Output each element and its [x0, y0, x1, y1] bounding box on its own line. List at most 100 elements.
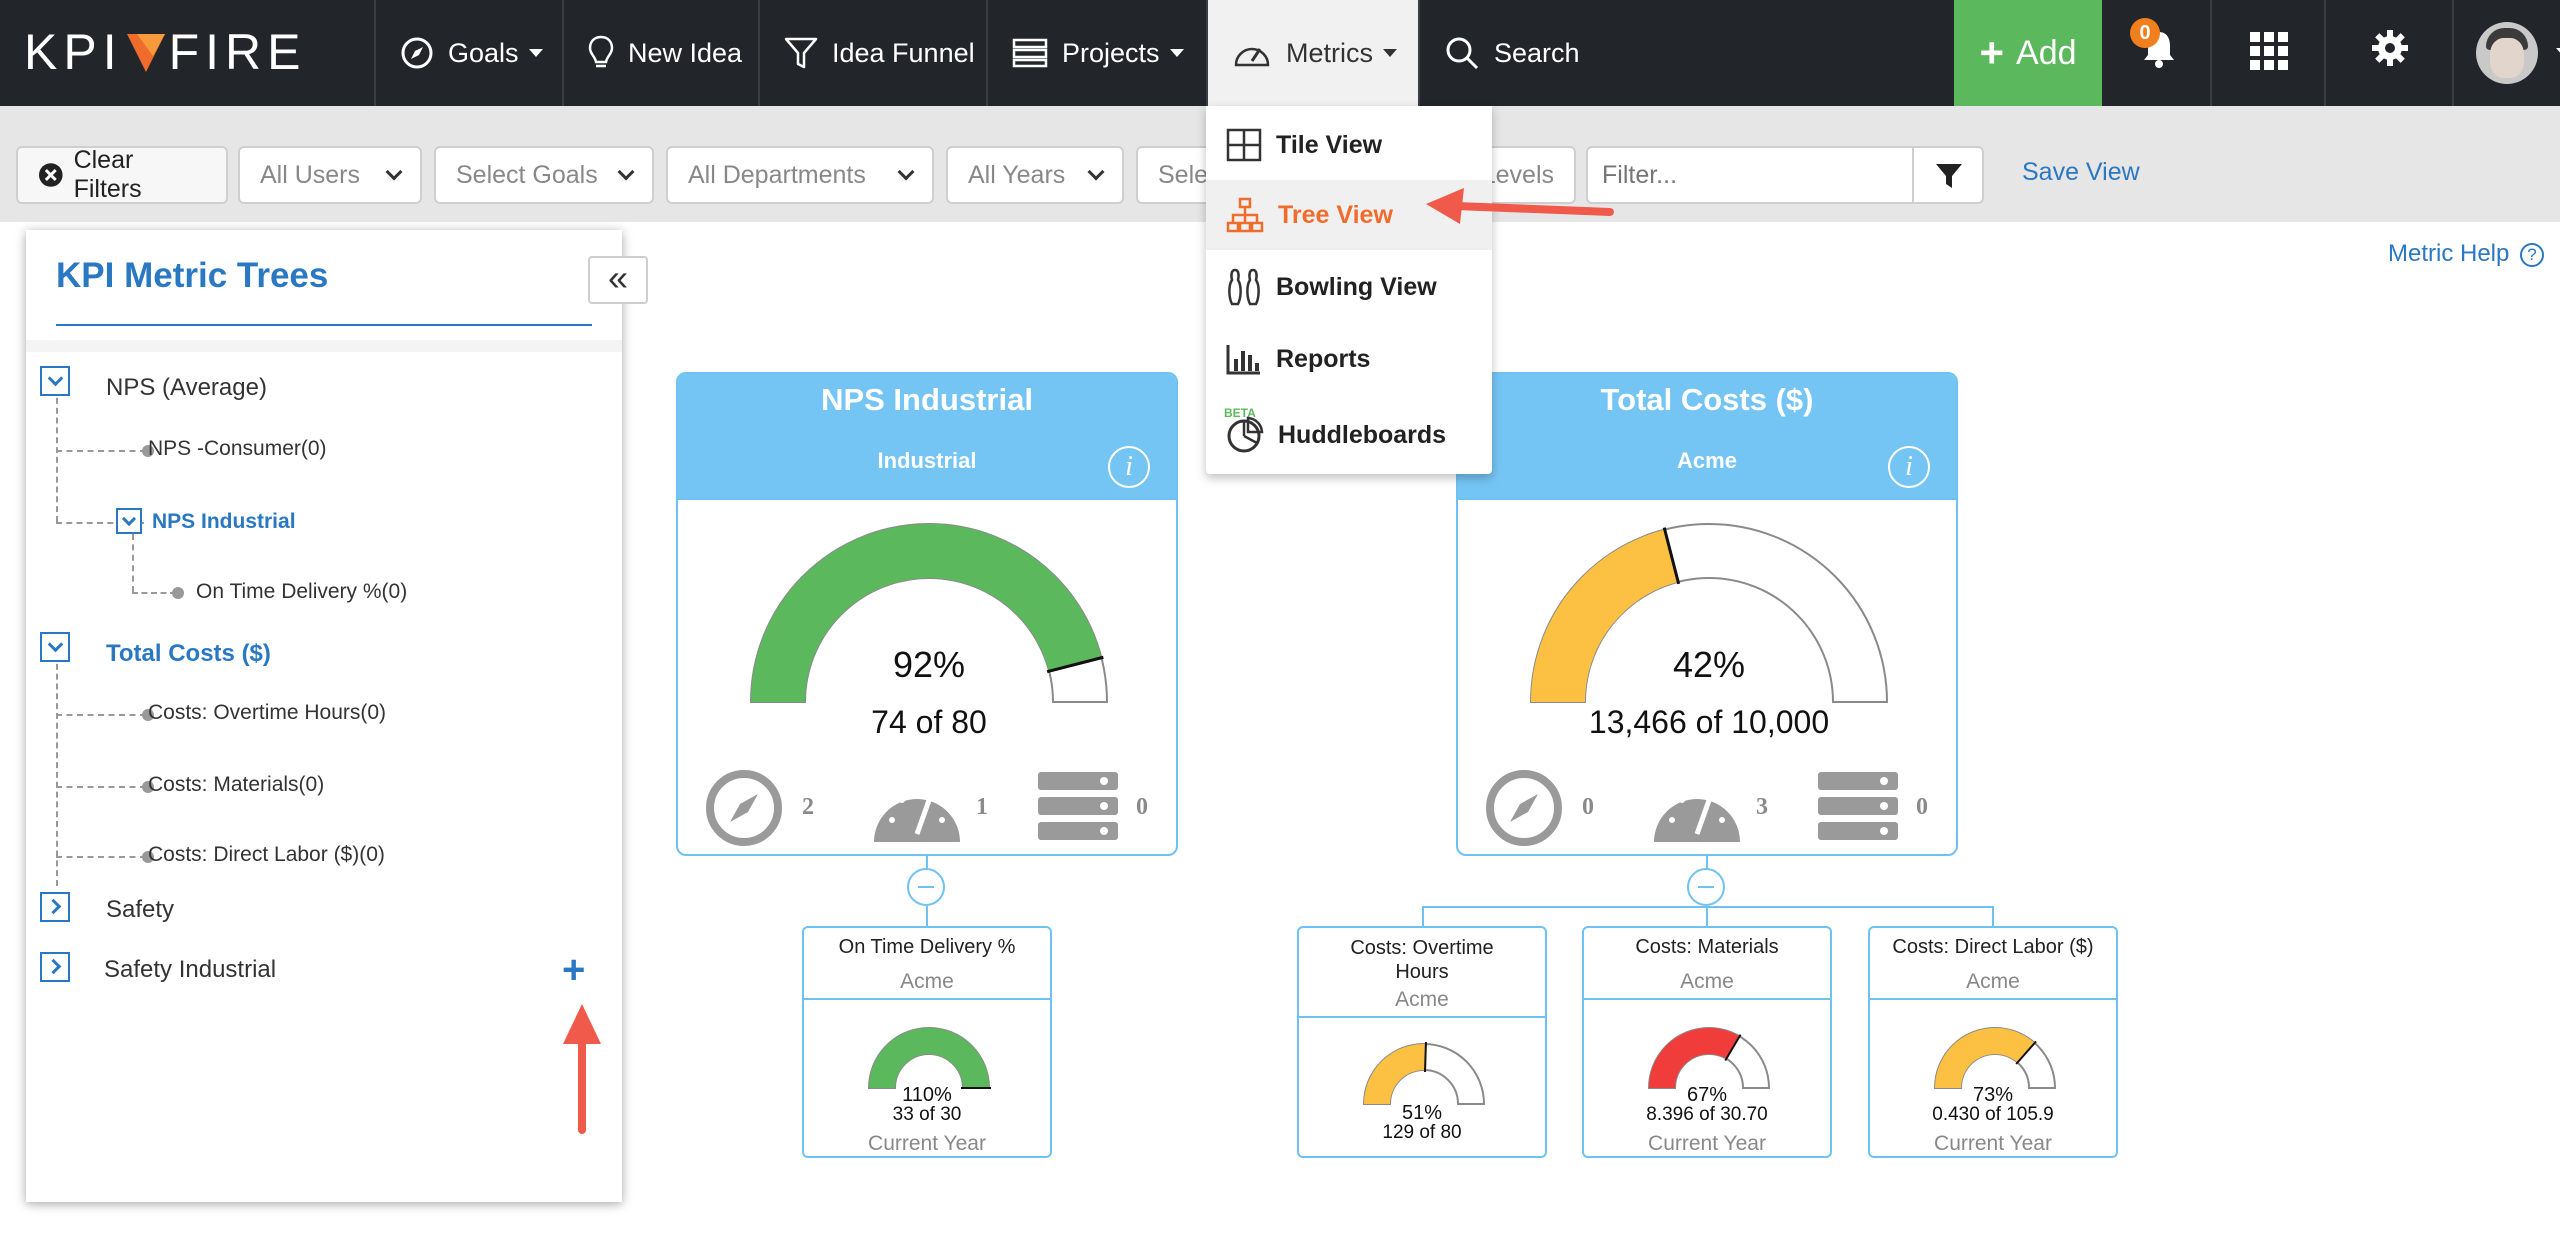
child-metric-title: On Time Delivery %	[838, 936, 1016, 958]
clear-filters-button[interactable]: Clear Filters	[16, 146, 228, 204]
tree-line	[56, 786, 146, 788]
child-metric-org: Acme	[1395, 988, 1449, 1011]
tree-item-safety[interactable]: Safety	[106, 896, 174, 924]
gauge	[1529, 523, 1889, 703]
bar-chart-icon	[1226, 345, 1260, 375]
tree-item-safety-industrial[interactable]: Safety Industrial	[104, 956, 276, 984]
notifications-button[interactable]: 0	[2104, 0, 2212, 106]
departments-filter-value: All Departments	[688, 160, 866, 189]
child-metric-card[interactable]: Costs: Overtime Hours Acme 51% 129 of 80	[1297, 926, 1547, 1158]
tree-item-direct-labor[interactable]: Costs: Direct Labor ($)(0)	[148, 843, 385, 867]
departments-filter-select[interactable]: All Departments	[666, 146, 934, 204]
tree-item-materials[interactable]: Costs: Materials(0)	[148, 773, 324, 797]
tree-connector	[1422, 906, 1424, 928]
metrics-count: 1	[976, 794, 988, 820]
collapse-children-button[interactable]	[1687, 868, 1725, 906]
times-circle-icon	[38, 163, 63, 187]
tree-line	[56, 450, 146, 452]
mini-gauge	[867, 1027, 991, 1089]
sidebar-header-divider	[26, 340, 622, 352]
settings-button[interactable]	[2326, 0, 2454, 106]
divider	[1584, 998, 1830, 1000]
nav-projects[interactable]: Projects	[988, 0, 1208, 106]
tree-toggle-expanded[interactable]	[40, 366, 70, 396]
tree-item-nps-industrial[interactable]: NPS Industrial	[152, 510, 296, 534]
menu-item-huddleboards[interactable]: Huddleboards	[1206, 400, 1492, 470]
tree-item-total-costs[interactable]: Total Costs ($)	[106, 640, 271, 668]
add-button-label: Add	[2016, 33, 2077, 72]
gauge-needle	[1424, 1041, 1427, 1073]
metric-card-total-costs[interactable]: Total Costs ($) Acme i 42% 13,466 of 10,…	[1456, 372, 1958, 856]
metrics-count: 3	[1756, 794, 1768, 820]
tree-item-overtime-hours[interactable]: Costs: Overtime Hours(0)	[148, 701, 386, 725]
add-button[interactable]: + Add	[1954, 0, 2102, 106]
menu-item-label: Tile View	[1276, 130, 1383, 159]
search-icon	[1446, 37, 1479, 70]
user-avatar[interactable]	[2476, 22, 2538, 84]
metric-card-title: Total Costs ($)	[1600, 382, 1814, 417]
child-metric-card[interactable]: Costs: Direct Labor ($) Acme 73% 0.430 o…	[1868, 926, 2118, 1158]
add-tree-plus-icon[interactable]: +	[562, 948, 585, 993]
compass-icon[interactable]	[1484, 768, 1564, 848]
tree-line	[56, 654, 58, 886]
kpifire-logo[interactable]: KPI FIRE	[24, 22, 354, 82]
apply-filter-button[interactable]	[1912, 146, 1984, 204]
users-filter-select[interactable]: All Users	[238, 146, 422, 204]
tree-item-nps-average[interactable]: NPS (Average)	[106, 374, 267, 402]
tree-line	[56, 388, 58, 522]
info-icon[interactable]: i	[1108, 446, 1150, 488]
nav-search[interactable]: Search	[1420, 0, 1630, 106]
nav-goals[interactable]: Goals	[374, 0, 564, 106]
collapse-children-button[interactable]	[907, 868, 945, 906]
tile-grid-icon	[1226, 128, 1262, 162]
child-metric-org: Acme	[1966, 970, 2020, 993]
users-filter-value: All Users	[260, 160, 361, 189]
nav-idea-funnel[interactable]: Idea Funnel	[760, 0, 988, 106]
compass-icon[interactable]	[704, 768, 784, 848]
nav-goals-label: Goals	[448, 37, 519, 68]
speedometer-icon	[1234, 47, 1270, 67]
speedometer-icon[interactable]	[1652, 774, 1742, 844]
clear-filters-label: Clear Filters	[73, 146, 142, 203]
child-metric-value: 33 of 30	[892, 1104, 962, 1125]
divider	[1299, 1016, 1545, 1018]
tree-toggle-collapsed[interactable]	[40, 952, 70, 982]
apps-grid-button[interactable]	[2212, 0, 2326, 106]
pie-chart-icon	[1227, 416, 1264, 453]
nav-metrics-label: Metrics	[1286, 37, 1373, 68]
user-menu-caret-icon[interactable]	[2556, 48, 2560, 56]
save-view-link[interactable]: Save View	[2022, 158, 2140, 187]
metric-help-link[interactable]: Metric Help ?	[2388, 240, 2545, 268]
collapse-sidebar-button[interactable]: «	[588, 256, 648, 304]
child-metric-card[interactable]: Costs: Materials Acme 67% 8.396 of 30.70…	[1582, 926, 1832, 1158]
bowling-pins-icon	[1228, 268, 1260, 306]
filter-input[interactable]	[1586, 146, 1914, 204]
child-metric-title: Costs: Overtime Hours	[1350, 937, 1494, 983]
tree-node-dot	[172, 587, 184, 599]
metric-card-header: Total Costs ($) Acme i	[1458, 374, 1956, 500]
years-filter-select[interactable]: All Years	[946, 146, 1124, 204]
tree-toggle-expanded[interactable]	[40, 632, 70, 662]
goals-filter-select[interactable]: Select Goals	[434, 146, 654, 204]
menu-item-tile-view[interactable]: Tile View	[1206, 110, 1492, 180]
tree-toggle-expanded[interactable]	[116, 508, 142, 534]
child-metric-card[interactable]: On Time Delivery % Acme 110% 33 of 30 Cu…	[802, 926, 1052, 1158]
tree-toggle-collapsed[interactable]	[40, 892, 70, 922]
info-icon[interactable]: i	[1888, 446, 1930, 488]
chevron-down-icon	[1087, 163, 1105, 181]
tree-item-on-time-delivery[interactable]: On Time Delivery %(0)	[196, 580, 407, 604]
tree-item-nps-consumer[interactable]: NPS -Consumer(0)	[148, 437, 327, 461]
menu-item-reports[interactable]: Reports	[1206, 324, 1492, 394]
gauge-percent: 92%	[892, 644, 966, 685]
chevron-down-icon	[617, 163, 635, 181]
speedometer-icon[interactable]	[872, 774, 962, 844]
nav-new-idea[interactable]: New Idea	[564, 0, 760, 106]
child-metric-period: Current Year	[1648, 1132, 1766, 1155]
metric-card-nps-industrial[interactable]: NPS Industrial Industrial i 92% 74 of 80…	[676, 372, 1178, 856]
projects-icon[interactable]	[1818, 770, 1898, 842]
caret-down-icon	[1383, 49, 1397, 57]
menu-item-bowling-view[interactable]: Bowling View	[1206, 252, 1492, 322]
projects-icon[interactable]	[1038, 770, 1118, 842]
nav-metrics[interactable]: Metrics	[1208, 0, 1420, 106]
goals-count: 0	[1582, 794, 1594, 820]
